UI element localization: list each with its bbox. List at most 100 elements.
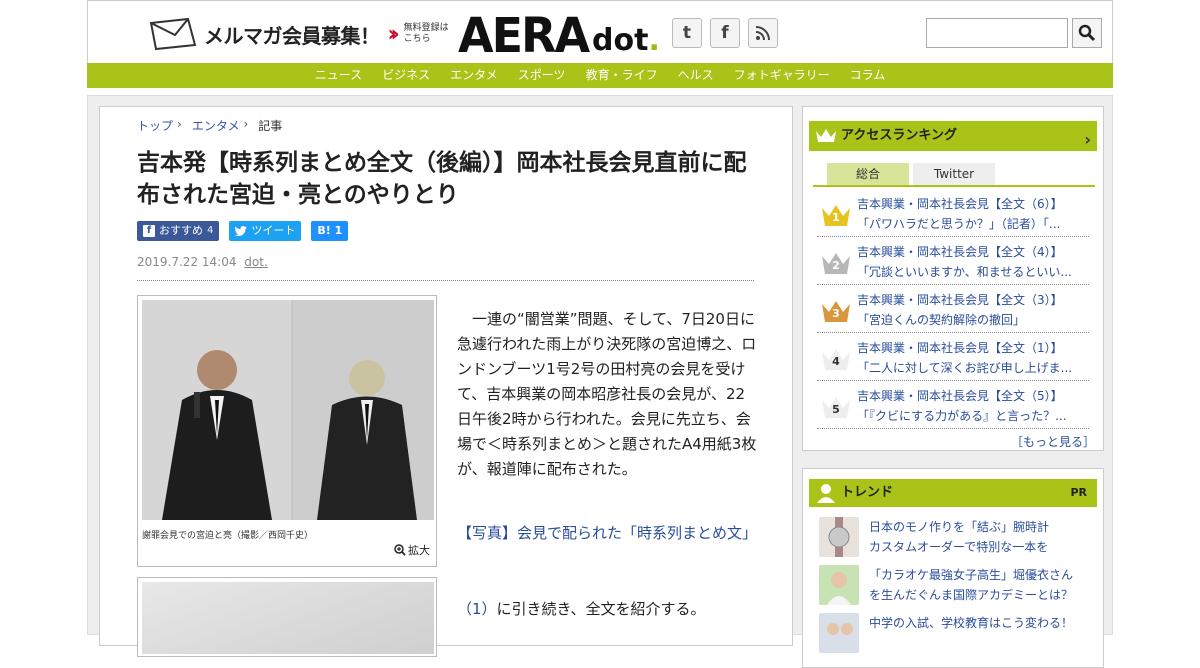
logo-dot: dot. [592,23,660,59]
trend-box: トレンド PR 日本のモノ作りを「結ぶ」腕時計 カスタムオーダーで特別な一本を … [802,468,1104,668]
article-source-link[interactable]: dot. [244,255,267,269]
trend-item[interactable]: 「カラオケ最強女子高生」堀優衣さん を生んだぐんま国際アカデミーとは？ [819,565,1095,609]
breadcrumb-chevron-icon: › [243,117,249,131]
trend-item-line1: 「カラオケ最強女子高生」堀優衣さん [869,568,1074,582]
twitter-icon[interactable]: t [672,18,702,48]
search-icon [1078,24,1096,42]
ranking-title: アクセスランキング [841,128,957,143]
tab-overall[interactable]: 総合 [827,163,909,185]
tabs-underline [813,185,1095,187]
tweet-label: ツイート [251,224,296,237]
nav-item-sports[interactable]: スポーツ [508,63,576,88]
breadcrumb: トップ › エンタメ › 記事 [137,117,282,134]
mailmag-label: メルマガ会員募集！ [204,23,380,48]
rank-number: 4 [832,355,840,368]
ranking-item-quote: 「宮迫くんの契約解除の撤回」 [857,313,1026,327]
article-meta: 2019.7.22 14:04 dot. [137,255,268,269]
ranking-more-link[interactable]: ［もっと見る］ [1011,433,1095,450]
ranking-item[interactable]: 3 吉本興業・岡本社長会見【全文（3）】 「宮迫くんの契約解除の撤回」 [817,285,1089,333]
mailmag-sub: 無料登録は こちら [404,23,449,45]
ranking-item-quote: 「二人に対して深くお詫び申し上げま... [857,361,1073,375]
breadcrumb-current: 記事 [258,119,283,133]
zoom-label: 拡大 [408,544,430,557]
nav-item-health[interactable]: ヘルス [668,63,724,88]
search-form [926,18,1102,48]
mailmag-sub-line2: こちら [403,34,431,44]
tweet-button[interactable]: ツイート [229,221,302,241]
school-thumbnail [819,613,859,653]
rank-gold-crown-icon: 1 [821,203,851,227]
trend-item[interactable]: 中学の入試、学校教育はこう変わる！ [819,613,1095,657]
zoom-button[interactable]: 拡大 [394,542,430,558]
trend-title: トレンド [841,485,894,500]
nav-item-entertainment[interactable]: エンタメ [440,63,508,88]
ranking-item-quote: 「冗談といいますか、和ませるといい... [857,265,1072,279]
social-links: t f [672,18,778,48]
ranking-header[interactable]: アクセスランキング › [809,121,1097,151]
rank-number: 3 [832,307,840,320]
ranking-item-title: 吉本興業・岡本社長会見【全文（1）】 [857,341,1063,355]
twitter-bird-icon [235,226,248,236]
person-icon [817,484,835,503]
page: メルマガ会員募集！ ›› 無料登録は こちら AERA dot. t f ニュー… [87,0,1113,668]
divider [137,280,754,281]
nav-item-education-life[interactable]: 教育・ライフ [576,63,668,88]
article-title: 吉本発【時系列まとめ全文（後編）】岡本社長会見直前に配布された宮迫・亮とのやりと… [137,150,747,208]
ranking-item-quote: 「パワハラだと思うか？」（記者）「... [857,217,1061,231]
ranking-item-title: 吉本興業・岡本社長会見【全文（6）】 [857,197,1063,211]
ranking-item[interactable]: 1 吉本興業・岡本社長会見【全文（6）】 「パワハラだと思うか？」（記者）「..… [817,189,1089,237]
zoom-in-icon [394,544,406,556]
article-body-continued: （1）に引き続き、全文を紹介する。 [457,597,757,622]
logo-dot-period: . [648,23,660,58]
site-logo[interactable]: AERA dot. [458,9,660,60]
chevron-right-icon[interactable]: › [1084,125,1091,155]
trend-item-line2: カスタムオーダーで特別な一本を [869,540,1049,554]
rank-bronze-crown-icon: 3 [821,299,851,323]
rank-plain-crown-icon: 5 [821,395,851,419]
trend-item-line2: を生んだぐんま国際アカデミーとは？ [869,588,1074,602]
facebook-icon[interactable]: f [710,18,740,48]
crown-icon [816,129,836,142]
nav-item-column[interactable]: コラム [840,63,896,88]
nav-item-photo-gallery[interactable]: フォトギャラリー [724,63,840,88]
trend-item[interactable]: 日本のモノ作りを「結ぶ」腕時計 カスタムオーダーで特別な一本を [819,517,1095,561]
nav-item-business[interactable]: ビジネス [372,63,440,88]
search-input[interactable] [926,18,1068,48]
breadcrumb-top[interactable]: トップ [137,117,173,134]
content-area: トップ › エンタメ › 記事 吉本発【時系列まとめ全文（後編）】岡本社長会見直前に… [87,95,1113,668]
ranking-item[interactable]: 2 吉本興業・岡本社長会見【全文（4）】 「冗談といいますか、和ませるといい..… [817,237,1089,285]
ranking-box: アクセスランキング › 総合 Twitter 1 吉本興業・岡本社長会見【全文（… [802,106,1104,451]
rss-glyph [755,26,770,41]
ranking-item-title: 吉本興業・岡本社長会見【全文（3）】 [857,293,1063,307]
rank-number: 2 [832,259,840,272]
double-chevron-icon: ›› [387,21,400,47]
search-button[interactable] [1072,18,1102,48]
breadcrumb-chevron-icon: › [177,117,182,131]
photo-caption: 謝罪会見での宮迫と亮（撮影／西岡千史） [142,531,314,541]
facebook-share-button[interactable]: f おすすめ 4 [137,221,220,241]
photo-gallery-link[interactable]: 【写真】会見で配られた「時系列まとめ文」 [457,521,757,546]
breadcrumb-entertainment[interactable]: エンタメ [192,117,240,134]
ranking-item[interactable]: 4 吉本興業・岡本社長会見【全文（1）】 「二人に対して深くお詫び申し上げま..… [817,333,1089,381]
trend-item-line1: 中学の入試、学校教育はこう変わる！ [869,616,1074,630]
hatena-bookmark-button[interactable]: B! 1 [311,221,349,241]
ranking-tabs: 総合 Twitter [827,163,995,185]
rank-silver-crown-icon: 2 [821,251,851,275]
ranking-item-title: 吉本興業・岡本社長会見【全文（4）】 [857,245,1063,259]
facebook-share-count: 4 [207,225,214,236]
tab-twitter[interactable]: Twitter [913,163,995,185]
nav-item-news[interactable]: ニュース [305,63,372,88]
facebook-icon: f [143,225,155,237]
student-thumbnail [819,565,859,605]
article-body: 一連の“闇営業”問題、そして、7日20日に急遽行われた雨上がり決死隊の宮迫博之、… [457,310,757,478]
mailmag-banner[interactable]: メルマガ会員募集！ ›› 無料登録は こちら [148,17,449,51]
main-nav: ニュース ビジネス エンタメ スポーツ 教育・ライフ ヘルス フォトギャラリー … [87,63,1113,88]
part1-link[interactable]: （1） [457,600,497,618]
envelope-icon [149,17,197,51]
rss-icon[interactable] [748,18,778,48]
pr-badge: PR [1070,486,1087,499]
ranking-item[interactable]: 5 吉本興業・岡本社長会見【全文（5）】 「『クビにする力がある』と言った？..… [817,381,1089,429]
article-photo[interactable]: 謝罪会見での宮迫と亮（撮影／西岡千史） 拡大 [137,295,437,567]
logo-dot-text: dot [592,23,649,58]
article-photo-2[interactable] [137,577,437,657]
